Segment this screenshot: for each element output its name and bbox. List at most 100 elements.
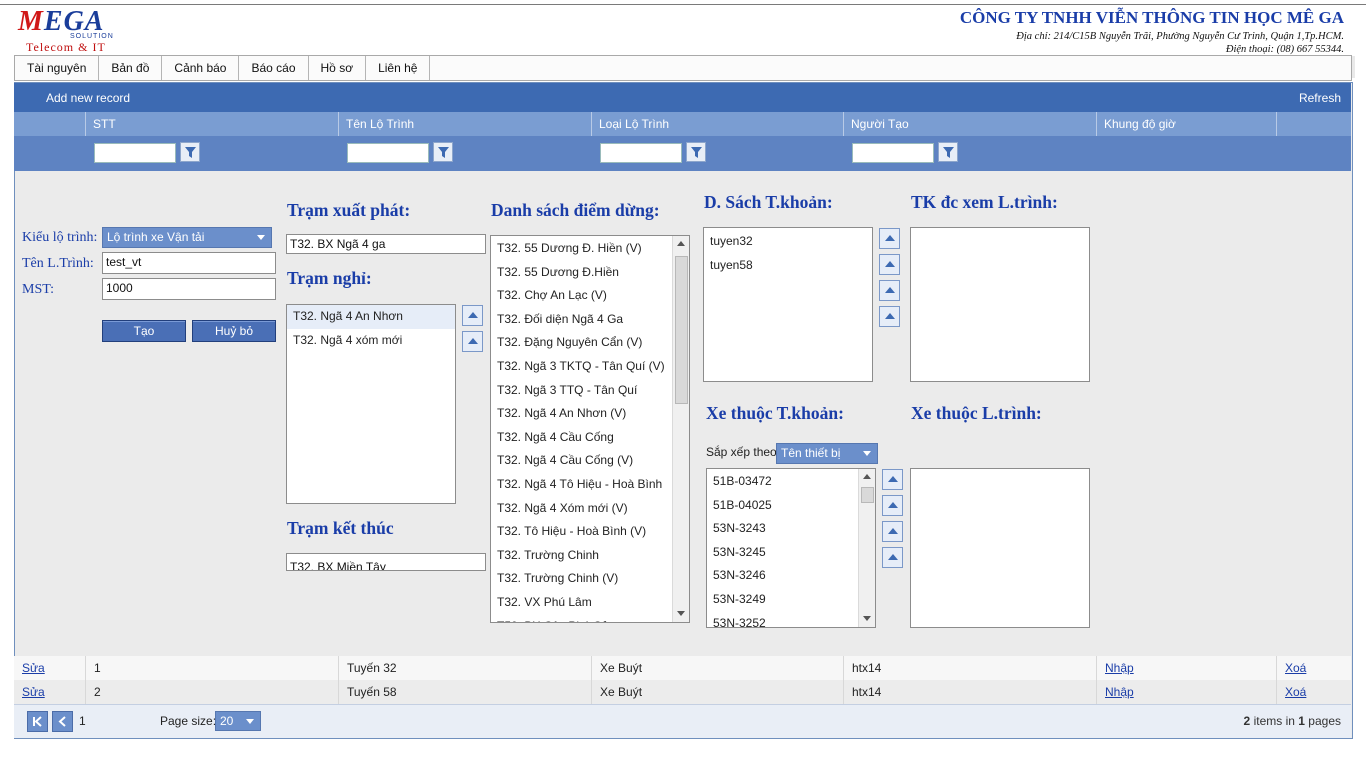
list-item[interactable]: T32. Ngã 4 xóm mới	[287, 329, 455, 353]
list-item[interactable]: 53N-3245	[707, 541, 875, 565]
list-item[interactable]: T32. Đối diện Ngã 4 Ga	[491, 308, 689, 332]
scroll-up-icon[interactable]	[677, 241, 685, 246]
list-item[interactable]: T32. Ngã 3 TKTQ - Tân Quí (V)	[491, 355, 689, 379]
list-item[interactable]: T32. Ngã 4 Cầu Cống	[491, 426, 689, 450]
tram-ket-thuc-title: Trạm kết thúc	[287, 518, 394, 538]
filter-ten-button[interactable]	[433, 142, 453, 162]
filter-nguoi-button[interactable]	[938, 142, 958, 162]
scroll-up-icon[interactable]	[863, 474, 871, 479]
list-item[interactable]: 53N-3252	[707, 612, 875, 627]
cancel-button[interactable]: Huỷ bỏ	[192, 320, 276, 342]
delete-link[interactable]: Xoá	[1285, 685, 1306, 699]
filter-stt-input[interactable]	[94, 143, 176, 163]
menu-bao-cao[interactable]: Báo cáo	[239, 56, 309, 80]
list-item[interactable]: tuyen58	[704, 254, 872, 278]
move-up-icon[interactable]	[462, 305, 483, 326]
list-item[interactable]: 53N-3246	[707, 564, 875, 588]
refresh-button[interactable]: Refresh	[1299, 91, 1341, 105]
current-page[interactable]: 1	[79, 714, 86, 728]
loai-cell: Xe Buýt	[592, 656, 844, 680]
header-ten-lo-trinh[interactable]: Tên Lộ Trình	[339, 112, 592, 136]
logo-m-letter: M	[18, 6, 44, 37]
grid-header-row: STT Tên Lộ Trình Loại Lộ Trình Người Tạo…	[14, 112, 1351, 136]
list-item[interactable]: 53N-3243	[707, 517, 875, 541]
edit-cell: Sửa	[14, 680, 86, 704]
mst-input[interactable]: 1000	[102, 278, 276, 300]
move-up-icon[interactable]	[879, 254, 900, 275]
list-item[interactable]: T32. Chợ An Lạc (V)	[491, 284, 689, 308]
list-item[interactable]: T32. VX Phú Lâm	[491, 591, 689, 615]
header-loai-lo-trinh[interactable]: Loại Lộ Trình	[592, 112, 844, 136]
list-item[interactable]: T32. 55 Dương Đ.Hiền	[491, 261, 689, 285]
scroll-thumb[interactable]	[675, 256, 688, 404]
list-item[interactable]: T32. Trường Chinh (V)	[491, 567, 689, 591]
menu-ho-so[interactable]: Hồ sơ	[309, 56, 367, 80]
list-item[interactable]: T32. Ngã 3 TTQ - Tân Quí	[491, 379, 689, 403]
list-item[interactable]: T32. Đặng Nguyên Cẩn (V)	[491, 331, 689, 355]
edit-link[interactable]: Sửa	[22, 661, 45, 675]
filter-nguoi-input[interactable]	[852, 143, 934, 163]
menu-canh-bao[interactable]: Cảnh báo	[162, 56, 240, 80]
scroll-thumb[interactable]	[861, 487, 874, 503]
nhap-link[interactable]: Nhập	[1105, 661, 1134, 675]
first-page-icon[interactable]	[27, 711, 48, 732]
list-item[interactable]: 51B-03472	[707, 470, 875, 494]
ten-cell: Tuyến 58	[339, 680, 592, 704]
list-item[interactable]: T32. Trường Chinh	[491, 544, 689, 568]
logo-solution-text: SOLUTION	[70, 33, 114, 40]
menu-ban-do[interactable]: Bản đồ	[99, 56, 163, 80]
delete-link[interactable]: Xoá	[1285, 661, 1306, 675]
filter-icon	[691, 147, 702, 158]
ten-lo-trinh-input[interactable]: test_vt	[102, 252, 276, 274]
scroll-down-icon[interactable]	[863, 616, 871, 621]
list-item[interactable]: T50. BX Cây Phú Cảo	[491, 615, 689, 623]
xe-tkhoan-scrollbar[interactable]	[858, 469, 875, 627]
stt-cell: 1	[86, 656, 339, 680]
list-item[interactable]: 53N-3249	[707, 588, 875, 612]
list-item[interactable]: T32. Ngã 4 Cầu Cống (V)	[491, 449, 689, 473]
list-item[interactable]: T32. Ngã 4 An Nhơn (V)	[491, 402, 689, 426]
move-up-icon[interactable]	[882, 521, 903, 542]
filter-stt-button[interactable]	[180, 142, 200, 162]
move-up-icon[interactable]	[879, 280, 900, 301]
khung-cell: Nhập	[1097, 680, 1277, 704]
list-item[interactable]: T32. 55 Dương Đ. Hiền (V)	[491, 237, 689, 261]
list-item[interactable]: 51B-04025	[707, 494, 875, 518]
tram-ket-thuc-input[interactable]: T32. BX Miền Tây	[286, 553, 486, 571]
tram-xuat-phat-input[interactable]: T32. BX Ngã 4 ga	[286, 234, 486, 254]
menu-lien-he[interactable]: Liên hệ	[366, 56, 431, 80]
move-up-icon[interactable]	[882, 495, 903, 516]
list-item[interactable]: T32. Ngã 4 An Nhơn	[287, 305, 455, 329]
edit-link[interactable]: Sửa	[22, 685, 45, 699]
filter-loai-input[interactable]	[600, 143, 682, 163]
list-item[interactable]: T32. Tô Hiệu - Hoà Bình (V)	[491, 520, 689, 544]
move-up-icon[interactable]	[882, 547, 903, 568]
sort-select[interactable]: Tên thiết bị	[776, 443, 878, 464]
move-up-icon[interactable]	[882, 469, 903, 490]
list-item[interactable]: tuyen32	[704, 230, 872, 254]
grid-command-bar: Add new record Refresh	[14, 83, 1351, 112]
nhap-link[interactable]: Nhập	[1105, 685, 1134, 699]
sort-value: Tên thiết bị	[781, 446, 841, 460]
prev-page-icon[interactable]	[52, 711, 73, 732]
kieu-lo-trinh-select[interactable]: Lộ trình xe Vận tải	[102, 227, 272, 248]
filter-icon	[438, 147, 449, 158]
header-stt[interactable]: STT	[86, 112, 339, 136]
header-nguoi-tao[interactable]: Người Tạo	[844, 112, 1097, 136]
header-khung-do-gio[interactable]: Khung độ giờ	[1097, 112, 1277, 136]
list-item[interactable]: T32. Ngã 4 Tô Hiệu - Hoà Bình	[491, 473, 689, 497]
create-button[interactable]: Tạo	[102, 320, 186, 342]
move-up-icon[interactable]	[879, 228, 900, 249]
filter-loai-button[interactable]	[686, 142, 706, 162]
nguoi-cell: htx14	[844, 656, 1097, 680]
list-item[interactable]: T32. Ngã 4 Xóm mới (V)	[491, 497, 689, 521]
filter-ten-input[interactable]	[347, 143, 429, 163]
diem-dung-scrollbar[interactable]	[672, 236, 689, 622]
move-up-icon[interactable]	[879, 306, 900, 327]
move-up-icon[interactable]	[462, 331, 483, 352]
page-size-select[interactable]: 20	[215, 711, 261, 731]
add-new-record-button[interactable]: Add new record	[46, 91, 130, 105]
menu-tai-nguyen[interactable]: Tài nguyên	[15, 56, 100, 80]
scroll-down-icon[interactable]	[677, 611, 685, 616]
table-row: Sửa 2 Tuyến 58 Xe Buýt htx14 Nhập Xoá	[14, 680, 1351, 704]
